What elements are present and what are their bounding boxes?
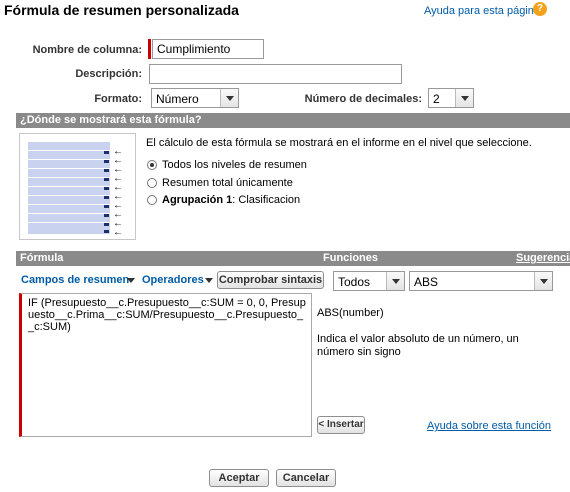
formula-header-label: Fórmula <box>20 252 64 264</box>
chevron-down-icon <box>455 89 473 107</box>
function-description: Indica el valor absoluto de un número, u… <box>317 333 519 358</box>
radio-grouping-1-label: Agrupación 1: Clasificacion <box>162 194 300 206</box>
insert-button[interactable]: < Insertar <box>317 416 365 434</box>
function-category-select[interactable]: Todos <box>333 271 405 291</box>
radio-grouping-1[interactable] <box>147 195 157 205</box>
summary-levels-illustration: ← ← ← ← ← ← ← ← ← ← <box>19 133 136 240</box>
help-link[interactable]: Ayuda para esta página <box>424 5 540 17</box>
accept-button[interactable]: Aceptar <box>209 469 269 487</box>
radio-all-levels[interactable] <box>147 160 157 170</box>
arrow-left-icon: ← <box>113 227 123 238</box>
chevron-down-icon <box>220 89 238 107</box>
function-signature: ABS(number) <box>317 307 384 319</box>
chevron-down-icon <box>534 272 552 290</box>
description-label: Descripción: <box>75 68 142 80</box>
function-select-value: ABS <box>414 275 439 289</box>
description-input[interactable] <box>149 64 402 84</box>
chevron-down-icon[interactable] <box>205 278 213 283</box>
column-name-input[interactable] <box>152 39 264 59</box>
function-select[interactable]: ABS <box>409 271 553 291</box>
radio-grand-total-label: Resumen total únicamente <box>162 177 293 189</box>
summary-fields-menu[interactable]: Campos de resumen <box>21 274 129 286</box>
formula-editor[interactable]: IF (Presupuesto__c.Presupuesto__c:SUM = … <box>19 293 312 437</box>
function-category-value: Todos <box>338 275 371 289</box>
grouping-1-bold-label: Agrupación 1 <box>162 194 233 206</box>
report-rows-graphic <box>28 142 110 234</box>
cancel-button[interactable]: Cancelar <box>276 469 336 487</box>
title-bar: Fórmula de resumen personalizada Ayuda p… <box>0 0 570 22</box>
required-indicator <box>148 39 151 59</box>
help-icon[interactable]: ? <box>533 2 547 16</box>
radio-all-levels-label: Todos los niveles de resumen <box>162 159 307 171</box>
grouping-1-field: : Clasificacion <box>232 194 301 206</box>
page-title: Fórmula de resumen personalizada <box>4 2 239 18</box>
chevron-down-icon[interactable] <box>127 278 135 283</box>
format-select-value: Número <box>156 92 199 106</box>
decimals-label: Número de decimales: <box>304 93 422 105</box>
column-name-label: Nombre de columna: <box>32 44 142 56</box>
format-label: Formato: <box>94 93 142 105</box>
functions-header-label: Funciones <box>323 252 379 264</box>
formula-text[interactable]: IF (Presupuesto__c.Presupuesto__c:SUM = … <box>28 297 308 333</box>
format-select[interactable]: Número <box>151 88 239 108</box>
display-description: El cálculo de esta fórmula se mostrará e… <box>146 137 532 149</box>
display-section-header: ¿Dónde se mostrará esta fórmula? <box>16 113 570 128</box>
check-syntax-button[interactable]: Comprobar sintaxis <box>217 271 324 289</box>
decimals-select[interactable]: 2 <box>428 88 474 108</box>
radio-grand-total[interactable] <box>147 178 157 188</box>
chevron-down-icon <box>386 272 404 290</box>
display-section-title: ¿Dónde se mostrará esta fórmula? <box>20 114 202 126</box>
operators-menu[interactable]: Operadores <box>142 274 204 286</box>
formula-section-header: Fórmula Funciones Sugerencias <box>16 251 570 266</box>
suggestions-link[interactable]: Sugerencias <box>516 252 570 264</box>
decimals-select-value: 2 <box>433 92 440 106</box>
function-help-link[interactable]: Ayuda sobre esta función <box>427 420 551 432</box>
